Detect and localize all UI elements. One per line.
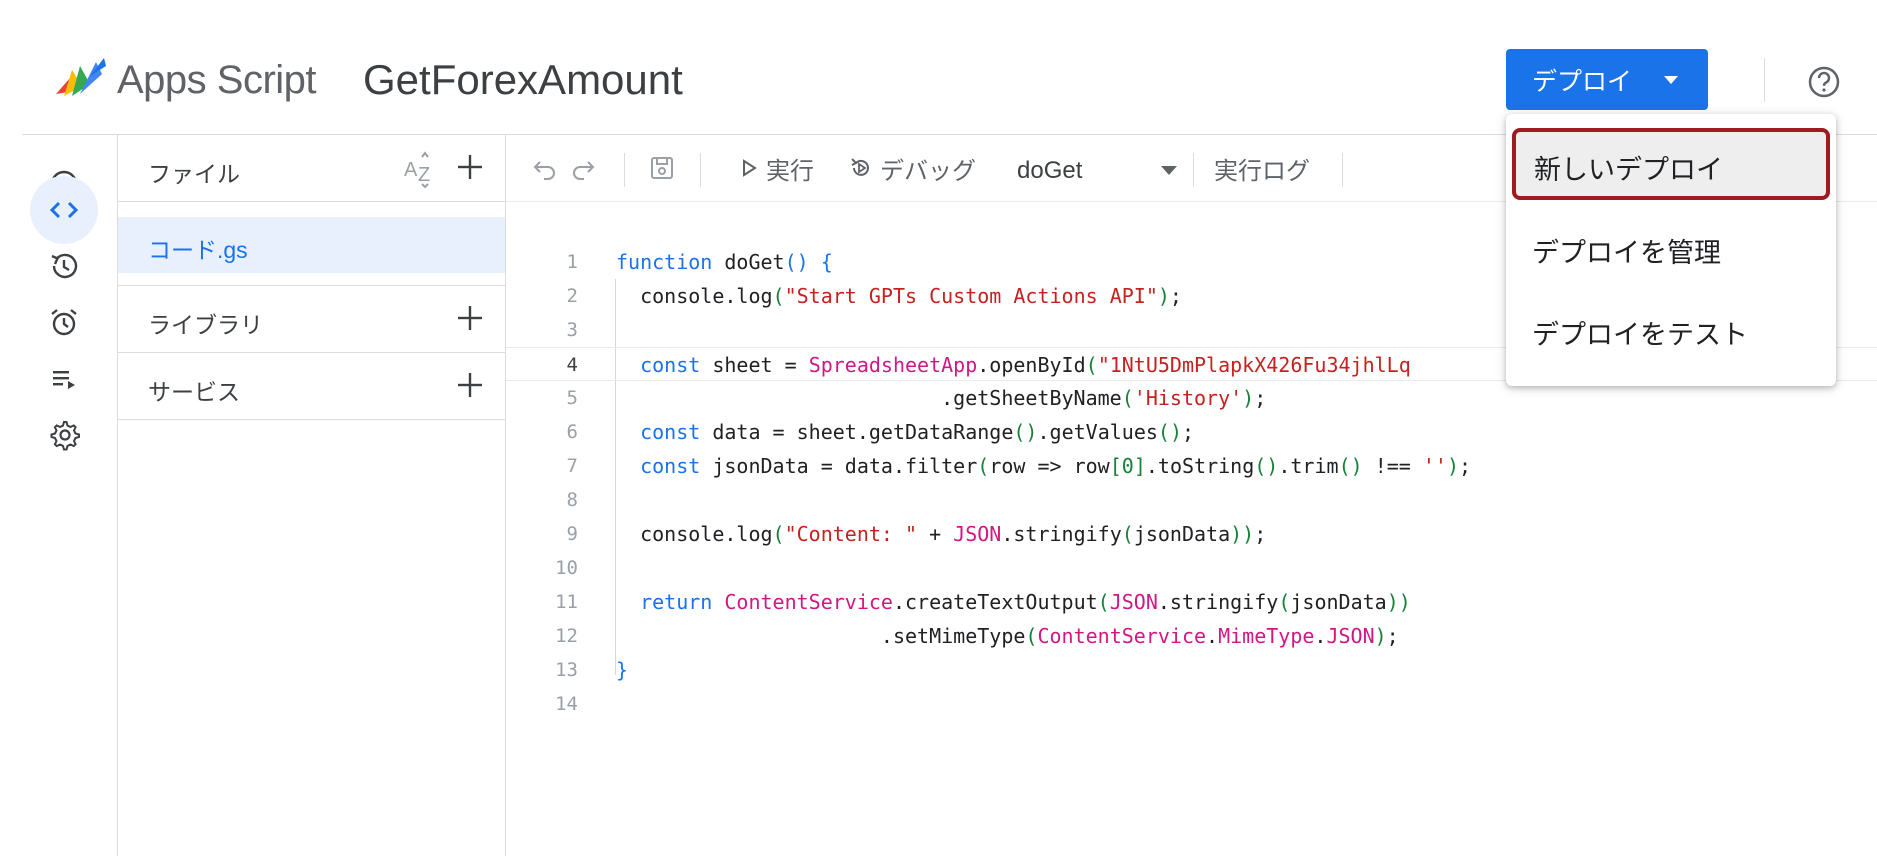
menu-item-label: デプロイをテスト	[1532, 320, 1748, 350]
menu-item-label: デプロイを管理	[1532, 238, 1721, 268]
code-text: const data = sheet.getDataRange().getVal…	[640, 420, 1195, 444]
debug-label: デバッグ	[880, 157, 976, 185]
code-line: 11 return ContentService.createTextOutpu…	[506, 585, 1877, 619]
debug-icon	[851, 158, 869, 176]
undo-button[interactable]	[530, 148, 560, 188]
code-line: 8	[506, 483, 1877, 517]
menu-item-test-deployments[interactable]: デプロイをテスト	[1506, 292, 1836, 364]
code-line: 6 const data = sheet.getDataRange().getV…	[506, 415, 1877, 449]
line-number: 11	[555, 591, 578, 613]
line-number: 6	[566, 421, 578, 443]
toolbar-separator	[700, 153, 701, 187]
divider	[118, 419, 506, 420]
app-name: Apps Script	[117, 58, 317, 102]
code-line: 10	[506, 551, 1877, 585]
code-text: console.log("Start GPTs Custom Actions A…	[616, 284, 1182, 308]
menu-item-label: 新しいデプロイ	[1534, 155, 1723, 185]
play-icon	[743, 159, 757, 177]
code-text: .getSheetByName('History');	[616, 386, 1267, 410]
redo-icon	[573, 161, 595, 180]
alarm-icon	[51, 309, 77, 336]
rail-settings[interactable]	[30, 400, 98, 468]
project-title[interactable]: GetForexAmount	[363, 56, 683, 104]
code-line: 14	[506, 687, 1877, 721]
history-icon	[51, 253, 78, 279]
line-number: 8	[566, 489, 578, 511]
line-number: 1	[566, 251, 578, 273]
caret-down-icon	[1664, 76, 1678, 84]
debug-button[interactable]: デバッグ	[848, 148, 976, 188]
settings-icon	[50, 421, 80, 451]
function-select[interactable]: doGet	[1009, 149, 1189, 189]
deploy-button-label: デプロイ	[1532, 67, 1633, 96]
divider	[118, 201, 506, 202]
line-number: 2	[566, 285, 578, 307]
files-label: ファイル	[148, 161, 240, 187]
header-divider	[1764, 58, 1765, 102]
executions-icon	[53, 371, 75, 389]
menu-item-manage-deployments[interactable]: デプロイを管理	[1506, 210, 1836, 282]
save-button[interactable]	[647, 148, 677, 188]
caret-down-icon	[1161, 166, 1177, 175]
services-row: サービス	[118, 353, 506, 419]
line-number: 5	[566, 387, 578, 409]
code-text: const jsonData = data.filter(row => row[…	[640, 454, 1472, 478]
menu-item-new-deployment[interactable]: 新しいデプロイ	[1512, 128, 1830, 200]
left-rail	[22, 135, 118, 856]
line-number: 10	[555, 557, 578, 579]
add-file-icon[interactable]	[452, 149, 488, 185]
line-number: 7	[566, 455, 578, 477]
code-text: const sheet = SpreadsheetApp.openById("1…	[640, 353, 1411, 377]
add-service-icon[interactable]	[452, 367, 488, 403]
toolbar-separator	[624, 153, 625, 187]
save-icon	[651, 157, 673, 179]
toolbar-separator	[1193, 153, 1194, 187]
deploy-button[interactable]: デプロイ	[1506, 49, 1708, 110]
code-line: 9 console.log("Content: " + JSON.stringi…	[506, 517, 1877, 551]
undo-icon	[533, 161, 555, 180]
line-number: 13	[555, 659, 578, 681]
svg-text:Z: Z	[418, 164, 430, 186]
files-header: ファイル A Z	[118, 135, 506, 201]
line-number: 12	[555, 625, 578, 647]
line-number: 3	[566, 319, 578, 341]
code-line: 12 .setMimeType(ContentService.MimeType.…	[506, 619, 1877, 653]
execution-log-button[interactable]: 実行ログ	[1214, 148, 1310, 188]
file-item-label: コード.gs	[148, 237, 248, 263]
run-label: 実行	[766, 157, 814, 185]
code-text: function doGet() {	[616, 250, 833, 274]
code-text: }	[616, 658, 629, 682]
files-panel: ファイル A Z コード.gs ライブラリ サービス	[118, 135, 506, 856]
function-select-value: doGet	[1017, 157, 1083, 184]
execution-log-label: 実行ログ	[1214, 157, 1310, 185]
code-icon	[49, 201, 79, 219]
line-number: 4	[566, 354, 578, 376]
code-line: 7 const jsonData = data.filter(row => ro…	[506, 449, 1877, 483]
apps-script-logo[interactable]	[50, 56, 108, 104]
code-line: 13 }	[506, 653, 1877, 687]
libraries-row: ライブラリ	[118, 286, 506, 352]
libraries-label: ライブラリ	[148, 312, 263, 338]
file-item-code-gs[interactable]: コード.gs	[118, 217, 506, 273]
add-library-icon[interactable]	[452, 300, 488, 336]
code-line: 5 .getSheetByName('History');	[506, 381, 1877, 415]
line-number: 14	[555, 693, 578, 715]
toolbar-separator	[1342, 153, 1343, 187]
run-button[interactable]: 実行	[738, 148, 814, 188]
code-text: return ContentService.createTextOutput(J…	[640, 590, 1411, 614]
svg-text:A: A	[404, 159, 418, 181]
code-text: console.log("Content: " + JSON.stringify…	[616, 522, 1267, 546]
code-text: .setMimeType(ContentService.MimeType.JSO…	[616, 624, 1399, 648]
line-number: 9	[566, 523, 578, 545]
sort-az-icon[interactable]: A Z	[400, 149, 440, 189]
services-label: サービス	[148, 379, 240, 405]
redo-button[interactable]	[568, 148, 598, 188]
deploy-menu: 新しいデプロイ デプロイを管理 デプロイをテスト	[1506, 114, 1836, 386]
help-icon[interactable]	[1806, 64, 1842, 100]
